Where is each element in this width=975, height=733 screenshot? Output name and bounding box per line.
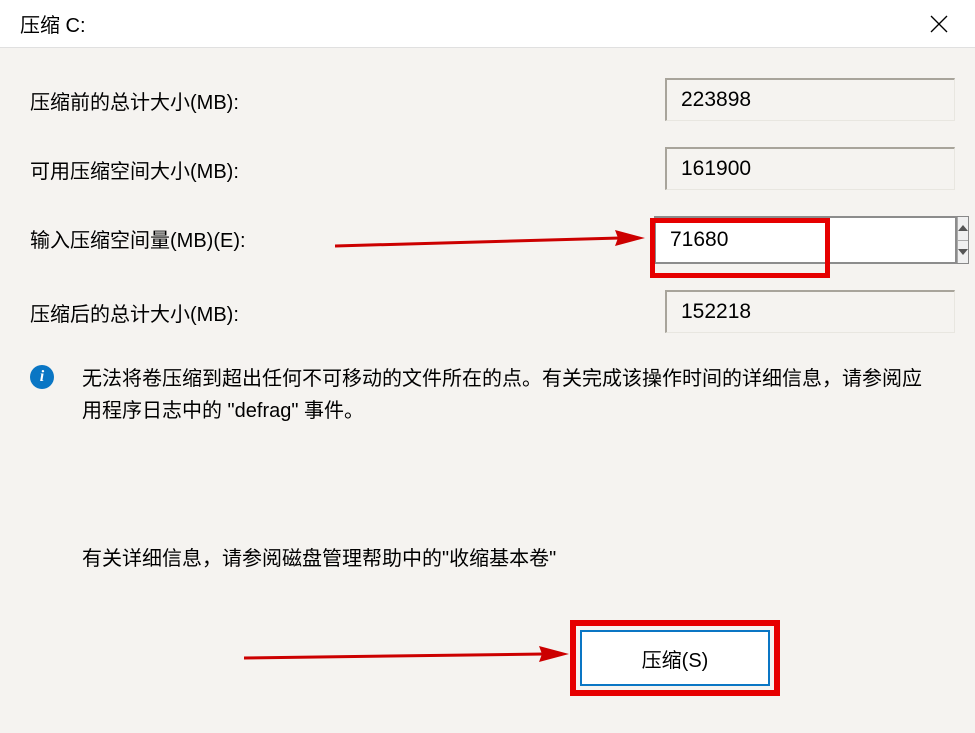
total-before-label: 压缩前的总计大小(MB):: [30, 78, 350, 115]
spinner-up-button[interactable]: [957, 217, 968, 241]
dialog-title: 压缩 C:: [20, 9, 86, 38]
shrink-button[interactable]: 压缩(S): [580, 630, 770, 686]
spinner-down-button[interactable]: [957, 241, 968, 264]
help-text: 有关详细信息，请参阅磁盘管理帮助中的"收缩基本卷": [82, 542, 955, 571]
total-before-value: 223898: [665, 78, 955, 121]
field-available: 可用压缩空间大小(MB): 161900: [30, 147, 955, 190]
info-text: 无法将卷压缩到超出任何不可移动的文件所在的点。有关完成该操作时间的详细信息，请参…: [82, 363, 935, 427]
info-icon: i: [30, 365, 54, 389]
field-total-after: 压缩后的总计大小(MB): 152218: [30, 290, 955, 333]
shrink-volume-dialog: 压缩 C: 压缩前的总计大小(MB): 223898 可用压缩空间大小(MB):…: [0, 0, 975, 733]
close-button[interactable]: [919, 4, 959, 44]
available-value: 161900: [665, 147, 955, 190]
chevron-up-icon: [958, 225, 968, 231]
field-total-before: 压缩前的总计大小(MB): 223898: [30, 78, 955, 121]
spinner-buttons: [957, 216, 969, 264]
dialog-body: 压缩前的总计大小(MB): 223898 可用压缩空间大小(MB): 16190…: [0, 48, 975, 571]
chevron-down-icon: [958, 249, 968, 255]
available-label: 可用压缩空间大小(MB):: [30, 147, 350, 184]
annotation-arrow-2: [244, 640, 569, 670]
close-icon: [930, 15, 948, 33]
shrink-amount-spinner: [654, 216, 955, 264]
total-after-value: 152218: [665, 290, 955, 333]
shrink-amount-label: 输入压缩空间量(MB)(E):: [30, 216, 350, 253]
field-shrink-amount: 输入压缩空间量(MB)(E):: [30, 216, 955, 264]
title-bar: 压缩 C:: [0, 0, 975, 48]
shrink-amount-input[interactable]: [654, 216, 957, 264]
button-area: 压缩(S): [580, 630, 770, 686]
total-after-label: 压缩后的总计大小(MB):: [30, 290, 350, 327]
info-row: i 无法将卷压缩到超出任何不可移动的文件所在的点。有关完成该操作时间的详细信息，…: [30, 363, 955, 427]
